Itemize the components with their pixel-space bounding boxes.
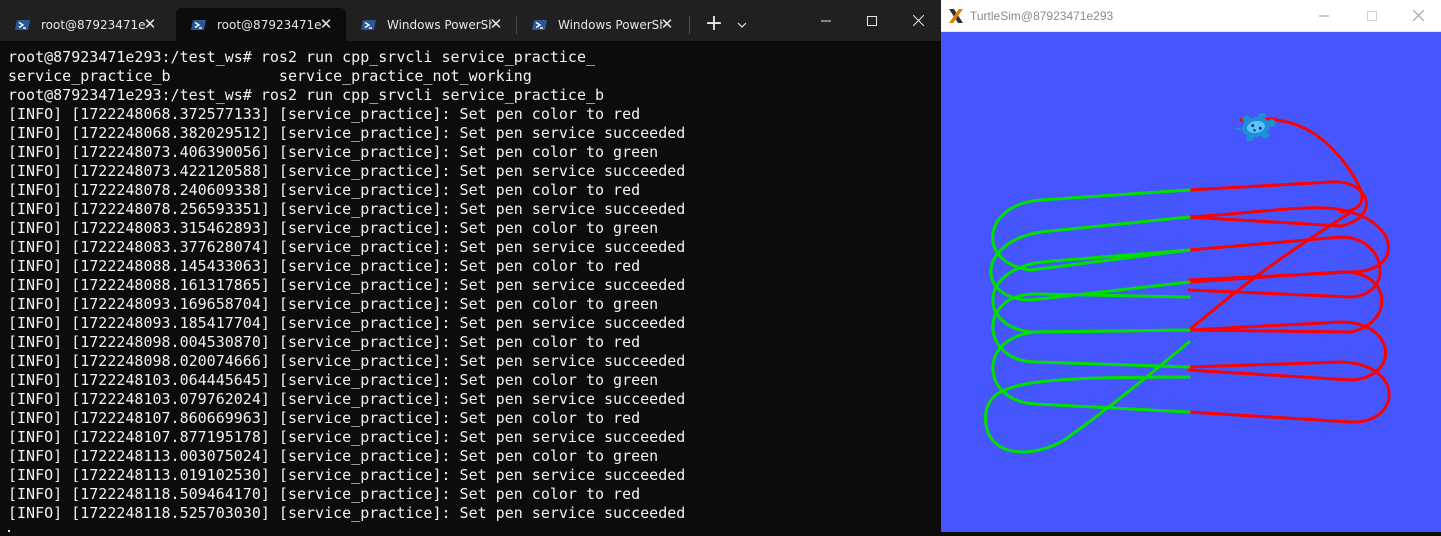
close-icon[interactable]: ✕ [488,16,504,32]
turtle-icon [1235,112,1276,142]
maximize-button[interactable] [1349,0,1395,31]
terminal-line: [INFO] [1722248093.169658704] [service_p… [8,295,659,313]
tab-title: root@87923471e293: [41,17,146,32]
powershell-icon [532,19,547,30]
red-pen-trail [1187,235,1382,299]
maximize-icon [1367,10,1377,21]
window-title: TurtleSim@87923471e293 [970,9,1114,23]
tab-title: Windows PowerShell [558,17,663,32]
terminal-line: [INFO] [1722248088.161317865] [service_p… [8,276,686,294]
terminal-line: [INFO] [1722248078.240609338] [service_p… [8,181,641,199]
terminal-line: service_practice_b service_practice_not_… [8,67,532,85]
close-icon[interactable]: ✕ [142,16,158,32]
terminal-line: [INFO] [1722248083.377628074] [service_p… [8,238,686,256]
new-tab-button[interactable]: + [700,10,728,38]
minimize-button[interactable] [1301,0,1347,31]
chevron-down-icon [737,22,747,28]
terminal-line: [INFO] [1722248073.406390056] [service_p… [8,143,659,161]
window-close-button[interactable] [1395,0,1441,31]
terminal-line: root@87923471e293:/test_ws# ros2 run cpp… [8,86,605,104]
terminal-line: root@87923471e293:/test_ws# ros2 run cpp… [8,48,595,66]
turtlesim-canvas [941,32,1441,532]
terminal-line: [INFO] [1722248093.185417704] [service_p… [8,314,686,332]
tab-root-1[interactable]: root@87923471e293: ✕ [0,8,170,41]
terminal-line: [INFO] [1722248073.422120588] [service_p… [8,162,686,180]
terminal-line: [INFO] [1722248118.509464170] [service_p… [8,485,641,503]
terminal-line: [INFO] [1722248113.003075024] [service_p… [8,447,659,465]
tab-windows-powershell-2[interactable]: Windows PowerShell ✕ [517,8,687,41]
tab-title: Windows PowerShell [387,17,492,32]
green-pen-trail [991,328,1191,414]
terminal-line: [INFO] [1722248103.064445645] [service_p… [8,371,659,389]
turtlesim-window: TurtleSim@87923471e293 [941,0,1441,532]
powershell-icon [191,19,206,30]
terminal-line: [INFO] [1722248068.382029512] [service_p… [8,124,686,142]
close-icon [912,15,924,26]
minimize-button[interactable] [803,0,849,41]
terminal-line: [INFO] [1722248088.145433063] [service_p… [8,257,641,275]
terminal-line: [INFO] [1722248098.004530870] [service_p… [8,333,641,351]
minimize-icon [821,20,831,21]
red-pen-trail [1187,210,1353,332]
tab-title: root@87923471e293: [217,17,322,32]
minimize-icon [1319,15,1329,16]
tab-windows-powershell-1[interactable]: Windows PowerShell ✕ [346,8,516,41]
tab-dropdown-button[interactable] [732,10,752,38]
tab-strip: root@87923471e293: ✕ root@87923471e293: … [0,0,941,41]
turtle-trail-drawing [984,112,1391,454]
x11-icon [949,9,963,23]
terminal-line: [INFO] [1722248107.860669963] [service_p… [8,409,641,427]
close-icon[interactable]: ✕ [318,16,334,32]
powershell-icon [15,19,30,30]
window-close-button[interactable] [895,0,941,41]
terminal-line: [INFO] [1722248078.256593351] [service_p… [8,200,686,218]
maximize-button[interactable] [849,0,895,41]
close-icon [1412,10,1424,21]
turtlesim-titlebar: TurtleSim@87923471e293 [941,0,1441,32]
terminal-line: [INFO] [1722248113.019102530] [service_p… [8,466,686,484]
terminal-line: [INFO] [1722248068.372577133] [service_p… [8,105,641,123]
terminal-window: root@87923471e293: ✕ root@87923471e293: … [0,0,941,532]
tab-root-2[interactable]: root@87923471e293: ✕ [176,8,346,41]
terminal-line: [INFO] [1722248107.877195178] [service_p… [8,428,686,446]
terminal-output[interactable]: root@87923471e293:/test_ws# ros2 run cpp… [8,48,941,532]
maximize-icon [867,15,877,26]
terminal-line: [INFO] [1722248118.525703030] [service_p… [8,504,686,522]
terminal-line: [INFO] [1722248103.079762024] [service_p… [8,390,686,408]
powershell-icon [361,19,376,30]
close-icon[interactable]: ✕ [659,16,675,32]
terminal-cursor-line [8,523,941,532]
terminal-line: [INFO] [1722248083.315462893] [service_p… [8,219,659,237]
tab-separator [689,16,690,34]
terminal-line: [INFO] [1722248098.020074666] [service_p… [8,352,686,370]
